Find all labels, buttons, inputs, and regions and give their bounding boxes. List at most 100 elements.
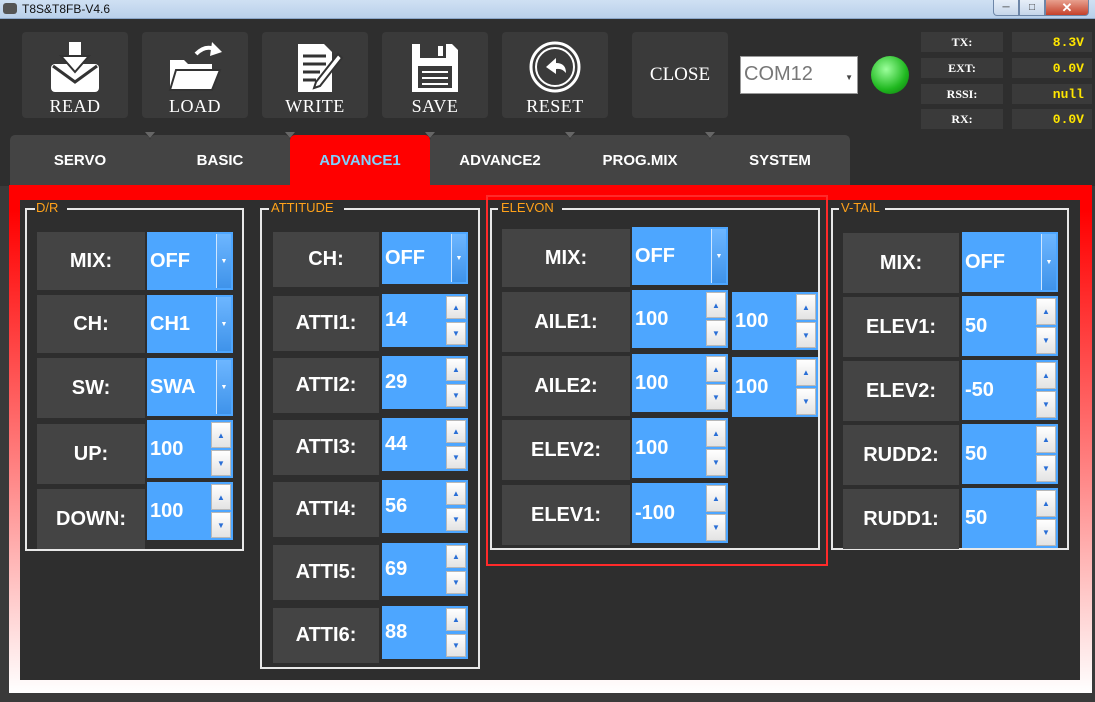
vtail-elev2-stepper[interactable]: -50 ▲ ▼ <box>962 360 1058 420</box>
atti5-stepper[interactable]: 69 ▲ ▼ <box>382 543 468 596</box>
load-button[interactable]: LOAD <box>142 32 248 118</box>
reset-button[interactable]: RESET <box>502 32 608 118</box>
increment-arrow-icon[interactable]: ▲ <box>446 482 466 505</box>
rx-value: 0.0V <box>1012 109 1092 129</box>
tab-basic[interactable]: BASIC <box>150 135 290 185</box>
atti3-label: ATTI3: <box>273 420 379 475</box>
increment-arrow-icon[interactable]: ▲ <box>446 545 466 568</box>
increment-arrow-icon[interactable]: ▲ <box>211 422 231 448</box>
decrement-arrow-icon[interactable]: ▼ <box>1036 327 1056 354</box>
chevron-down-icon[interactable]: ▼ <box>216 297 231 351</box>
increment-arrow-icon[interactable]: ▲ <box>706 292 726 318</box>
increment-arrow-icon[interactable]: ▲ <box>446 358 466 381</box>
chevron-down-icon[interactable]: ▼ <box>216 234 231 288</box>
close-button[interactable]: CLOSE <box>632 32 728 118</box>
elevon-mix-select[interactable]: OFF ▼ <box>632 227 728 285</box>
write-button[interactable]: WRITE <box>262 32 368 118</box>
decrement-arrow-icon[interactable]: ▼ <box>446 508 466 531</box>
tx-label: TX: <box>921 32 1003 52</box>
tab-advance1[interactable]: ADVANCE1 <box>290 135 430 185</box>
atti3-stepper[interactable]: 44 ▲ ▼ <box>382 418 468 471</box>
increment-arrow-icon[interactable]: ▲ <box>796 294 816 320</box>
toolbar: READ LOAD WRITE SAVE RESET CLOSE COM12 ▼… <box>0 19 1095 132</box>
decrement-arrow-icon[interactable]: ▼ <box>796 388 816 415</box>
dr-mix-select[interactable]: OFF ▼ <box>147 232 233 290</box>
decrement-arrow-icon[interactable]: ▼ <box>1036 391 1056 418</box>
tab-system[interactable]: SYSTEM <box>710 135 850 185</box>
elevon-group-title: ELEVON <box>501 200 554 215</box>
floppy-disk-icon <box>412 44 458 92</box>
window-close-button[interactable]: ✕ <box>1045 0 1089 16</box>
increment-arrow-icon[interactable]: ▲ <box>446 296 466 319</box>
tab-servo[interactable]: SERVO <box>10 135 150 185</box>
decrement-arrow-icon[interactable]: ▼ <box>706 384 726 410</box>
chevron-down-icon[interactable]: ▼ <box>711 229 726 283</box>
decrement-arrow-icon[interactable]: ▼ <box>446 634 466 657</box>
aile1-second-stepper[interactable]: 100 ▲ ▼ <box>732 292 818 350</box>
increment-arrow-icon[interactable]: ▲ <box>706 356 726 382</box>
dr-sw-select[interactable]: SWA ▼ <box>147 358 233 416</box>
decrement-arrow-icon[interactable]: ▼ <box>446 384 466 407</box>
read-button[interactable]: READ <box>22 32 128 118</box>
decrement-arrow-icon[interactable]: ▼ <box>706 514 726 541</box>
read-label: READ <box>49 96 101 116</box>
increment-arrow-icon[interactable]: ▲ <box>706 420 726 447</box>
rudd1-stepper[interactable]: 50 ▲ ▼ <box>962 488 1058 548</box>
atti2-stepper[interactable]: 29 ▲ ▼ <box>382 356 468 409</box>
increment-arrow-icon[interactable]: ▲ <box>1036 426 1056 453</box>
decrement-arrow-icon[interactable]: ▼ <box>446 571 466 594</box>
elevon-elev2-stepper[interactable]: 100 ▲ ▼ <box>632 418 728 478</box>
com-port-select[interactable]: COM12 ▼ <box>740 56 858 94</box>
decrement-arrow-icon[interactable]: ▼ <box>706 449 726 476</box>
save-button[interactable]: SAVE <box>382 32 488 118</box>
dr-ch-select[interactable]: CH1 ▼ <box>147 295 233 353</box>
aile2-stepper[interactable]: 100 ▲ ▼ <box>632 354 728 412</box>
atti1-stepper[interactable]: 14 ▲ ▼ <box>382 294 468 347</box>
elevon-elev1-value: -100 <box>635 501 676 524</box>
decrement-arrow-icon[interactable]: ▼ <box>211 512 231 538</box>
tab-divider <box>705 132 715 138</box>
decrement-arrow-icon[interactable]: ▼ <box>211 450 231 476</box>
dr-up-stepper[interactable]: 100 ▲ ▼ <box>147 420 233 478</box>
atti6-stepper[interactable]: 88 ▲ ▼ <box>382 606 468 659</box>
increment-arrow-icon[interactable]: ▲ <box>211 484 231 510</box>
decrement-arrow-icon[interactable]: ▼ <box>446 446 466 469</box>
dr-ch-label: CH: <box>37 295 145 353</box>
decrement-arrow-icon[interactable]: ▼ <box>1036 519 1056 546</box>
chevron-down-icon[interactable]: ▼ <box>451 234 466 282</box>
elevon-mix-label: MIX: <box>502 229 630 287</box>
tab-prog-mix[interactable]: PROG.MIX <box>570 135 710 185</box>
aile2-second-stepper[interactable]: 100 ▲ ▼ <box>732 357 818 417</box>
increment-arrow-icon[interactable]: ▲ <box>1036 362 1056 389</box>
save-label: SAVE <box>411 96 459 116</box>
vtail-elev1-stepper[interactable]: 50 ▲ ▼ <box>962 296 1058 356</box>
decrement-arrow-icon[interactable]: ▼ <box>706 320 726 346</box>
chevron-down-icon[interactable]: ▼ <box>216 360 231 414</box>
increment-arrow-icon[interactable]: ▲ <box>446 608 466 631</box>
aile1-stepper[interactable]: 100 ▲ ▼ <box>632 290 728 348</box>
gamepad-icon <box>3 3 17 14</box>
increment-arrow-icon[interactable]: ▲ <box>706 485 726 512</box>
decrement-arrow-icon[interactable]: ▼ <box>796 322 816 348</box>
increment-arrow-icon[interactable]: ▲ <box>796 359 816 386</box>
atti4-stepper[interactable]: 56 ▲ ▼ <box>382 480 468 533</box>
tab-divider <box>285 132 295 138</box>
rudd2-stepper[interactable]: 50 ▲ ▼ <box>962 424 1058 484</box>
tab-advance2[interactable]: ADVANCE2 <box>430 135 570 185</box>
title-bar: T8S&T8FB-V4.6 ─ □ ✕ <box>0 0 1095 19</box>
increment-arrow-icon[interactable]: ▲ <box>1036 298 1056 325</box>
increment-arrow-icon[interactable]: ▲ <box>446 420 466 443</box>
maximize-button[interactable]: □ <box>1019 0 1045 16</box>
vtail-mix-select[interactable]: OFF ▼ <box>962 232 1058 292</box>
elevon-elev1-stepper[interactable]: -100 ▲ ▼ <box>632 483 728 543</box>
attitude-ch-select[interactable]: OFF ▼ <box>382 232 468 284</box>
vtail-mix-value: OFF <box>965 250 1005 273</box>
increment-arrow-icon[interactable]: ▲ <box>1036 490 1056 517</box>
decrement-arrow-icon[interactable]: ▼ <box>1036 455 1056 482</box>
minimize-button[interactable]: ─ <box>993 0 1019 16</box>
chevron-down-icon[interactable]: ▼ <box>1041 234 1056 290</box>
com-port-value: COM12 <box>744 63 813 85</box>
aile1-second-value: 100 <box>735 309 769 332</box>
decrement-arrow-icon[interactable]: ▼ <box>446 322 466 345</box>
dr-down-stepper[interactable]: 100 ▲ ▼ <box>147 482 233 540</box>
